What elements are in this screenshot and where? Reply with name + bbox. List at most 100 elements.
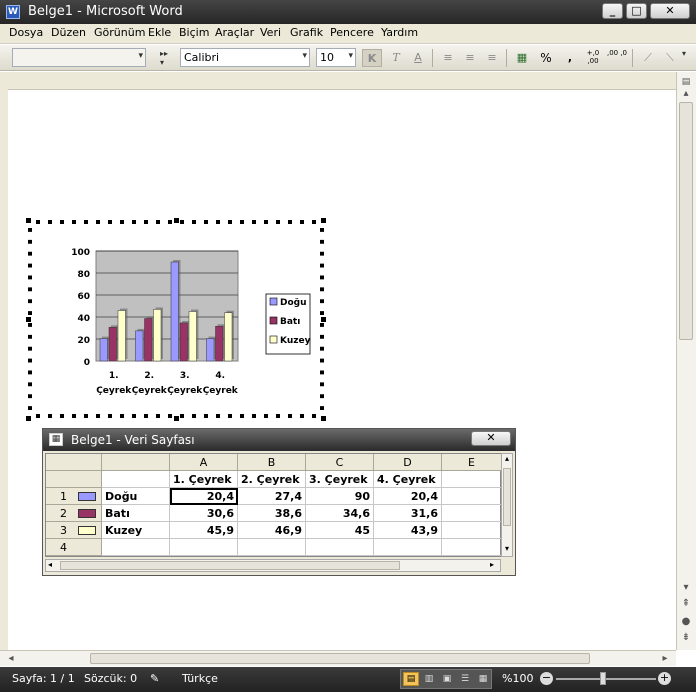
resize-handle[interactable] (26, 317, 31, 322)
zoom-out-icon[interactable]: − (540, 672, 553, 685)
data-cell[interactable]: 34,6 (306, 505, 374, 522)
font-size-combo[interactable]: 10 ▾ (316, 48, 356, 67)
datasheet-vertical-thumb[interactable] (503, 468, 511, 526)
zoom-level[interactable]: %100 (502, 672, 533, 685)
increase-decimal-button[interactable]: +,0 ,00 (582, 49, 604, 67)
page-indicator[interactable]: Sayfa: 1 / 1 (12, 672, 75, 685)
select-all-corner[interactable] (46, 454, 102, 471)
vertical-scrollbar[interactable]: ▤ ▴ ▾ ⇞ ● ⇟ (676, 72, 696, 650)
menu-ekle[interactable]: Ekle (148, 26, 171, 39)
menu-yardim[interactable]: Yardım (381, 26, 418, 39)
menu-dosya[interactable]: Dosya (9, 26, 43, 39)
menu-veri[interactable]: Veri (260, 26, 281, 39)
column-header-d[interactable]: D (374, 454, 442, 471)
category-header-cell[interactable]: 4. Çeyrek (374, 471, 442, 488)
data-cell[interactable]: 38,6 (238, 505, 306, 522)
comma-style-button[interactable]: , (560, 49, 580, 67)
row-header-2[interactable]: 2 (46, 505, 102, 522)
column-header-e[interactable]: E (442, 454, 502, 471)
scroll-right-arrow-icon[interactable]: ▸ (656, 651, 674, 667)
full-screen-reading-icon[interactable]: ▥ (421, 672, 437, 686)
category-header-cell[interactable]: 1. Çeyrek (170, 471, 238, 488)
data-cell[interactable]: 43,9 (374, 522, 442, 539)
category-header-cell[interactable]: 2. Çeyrek (238, 471, 306, 488)
row-header[interactable] (46, 471, 102, 488)
menu-gorunum[interactable]: Görünüm (94, 26, 145, 39)
print-layout-view-icon[interactable]: ▤ (403, 672, 419, 686)
column-header-c[interactable]: C (306, 454, 374, 471)
horizontal-scrollbar[interactable]: ◂ ▸ (0, 650, 676, 666)
menu-bicim[interactable]: Biçim (179, 26, 209, 39)
data-cell[interactable] (238, 539, 306, 556)
data-cell[interactable]: 31,6 (374, 505, 442, 522)
data-cell[interactable] (374, 539, 442, 556)
zoom-slider-thumb[interactable] (600, 672, 606, 685)
vertical-scroll-thumb[interactable] (679, 102, 693, 340)
horizontal-scroll-thumb[interactable] (90, 653, 590, 664)
embedded-chart-object[interactable]: 0 20 40 60 80 100 1. Çeyrek 2. Çeyrek 3. Çeyrek 4. Çe… (28, 220, 324, 418)
series-label-cell[interactable]: Batı (102, 505, 170, 522)
row-header-3[interactable]: 3 (46, 522, 102, 539)
scroll-down-arrow-icon[interactable]: ▾ (677, 580, 695, 596)
row-header-1[interactable]: 1 (46, 488, 102, 505)
menu-duzen[interactable]: Düzen (51, 26, 86, 39)
resize-handle[interactable] (26, 416, 31, 421)
datasheet-horizontal-scrollbar[interactable]: ◂ ▸ (45, 559, 501, 572)
data-cell[interactable]: 27,4 (238, 488, 306, 505)
data-cell[interactable] (442, 522, 502, 539)
scroll-left-arrow-icon[interactable]: ◂ (2, 651, 20, 667)
underline-button[interactable]: A (408, 49, 428, 67)
scroll-down-arrow-icon[interactable]: ▾ (502, 544, 512, 553)
menu-araclar[interactable]: Araçlar (215, 26, 254, 39)
close-button[interactable]: ✕ (650, 3, 690, 19)
toolbar-options-icon[interactable]: ▸▸ ▾ (160, 49, 170, 67)
chart-object-combo[interactable]: ▾ (12, 48, 146, 67)
align-center-icon[interactable]: ≡ (460, 49, 480, 67)
word-count[interactable]: Sözcük: 0 (84, 672, 137, 685)
menu-grafik[interactable]: Grafik (290, 26, 323, 39)
active-data-cell[interactable]: 20,4 (170, 488, 238, 505)
series-label-cell[interactable] (102, 539, 170, 556)
resize-handle[interactable] (321, 416, 326, 421)
resize-handle[interactable] (174, 416, 179, 421)
data-cell[interactable]: 90 (306, 488, 374, 505)
angle-text-up-icon[interactable]: ⟍ (660, 49, 680, 67)
series-label-cell[interactable]: Kuzey (102, 522, 170, 539)
currency-style-icon[interactable]: ▦ (512, 49, 532, 67)
align-left-icon[interactable]: ≡ (438, 49, 458, 67)
data-cell[interactable] (170, 539, 238, 556)
select-browse-object-icon[interactable]: ● (677, 614, 695, 630)
column-header-a[interactable]: A (170, 454, 238, 471)
menu-pencere[interactable]: Pencere (330, 26, 374, 39)
cell[interactable] (102, 471, 170, 488)
data-cell[interactable]: 46,9 (238, 522, 306, 539)
align-right-icon[interactable]: ≡ (482, 49, 502, 67)
zoom-slider-track[interactable] (556, 678, 656, 680)
category-header-cell[interactable]: 3. Çeyrek (306, 471, 374, 488)
angle-text-down-icon[interactable]: ⟋ (638, 49, 658, 67)
decrease-decimal-button[interactable]: ,00 ,0 (606, 49, 628, 67)
bold-button[interactable]: K (362, 49, 382, 67)
data-cell[interactable] (442, 539, 502, 556)
zoom-in-icon[interactable]: + (658, 672, 671, 685)
italic-button[interactable]: T (386, 49, 406, 67)
outline-view-icon[interactable]: ☰ (457, 672, 473, 686)
proofing-icon[interactable]: ✎ (150, 672, 159, 685)
web-layout-view-icon[interactable]: ▣ (439, 672, 455, 686)
previous-page-icon[interactable]: ⇞ (677, 596, 695, 612)
datasheet-window[interactable]: ▦ Belge1 - Veri Sayfası ✕ A B C D E 1. Çeyrek… (42, 428, 516, 576)
data-cell[interactable]: 45 (306, 522, 374, 539)
resize-handle[interactable] (174, 218, 179, 223)
data-cell[interactable]: 20,4 (374, 488, 442, 505)
datasheet-vertical-scrollbar[interactable]: ▴ ▾ (501, 453, 513, 557)
scroll-left-arrow-icon[interactable]: ◂ (48, 560, 52, 569)
resize-handle[interactable] (26, 218, 31, 223)
row-header-4[interactable]: 4 (46, 539, 102, 556)
scroll-right-arrow-icon[interactable]: ▸ (490, 560, 494, 569)
resize-handle[interactable] (321, 218, 326, 223)
category-header-cell[interactable] (442, 471, 502, 488)
font-name-combo[interactable]: Calibri ▾ (180, 48, 310, 67)
column-header-b[interactable]: B (238, 454, 306, 471)
datasheet-grid[interactable]: A B C D E 1. Çeyrek 2. Çeyrek 3. Çeyrek 4. Çeyre… (45, 453, 502, 557)
data-cell[interactable] (442, 488, 502, 505)
